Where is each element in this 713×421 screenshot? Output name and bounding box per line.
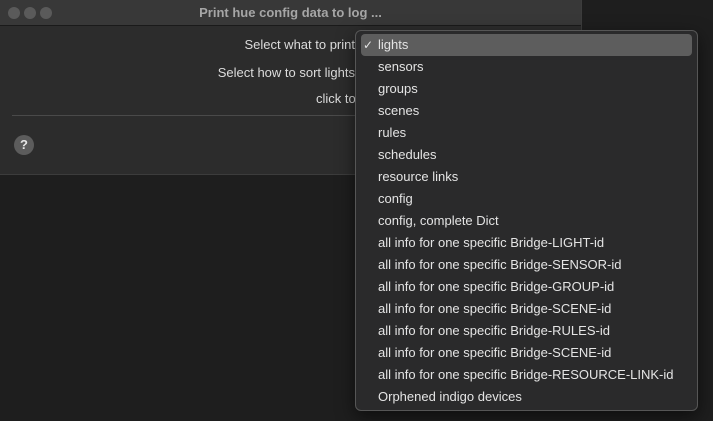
menu-item-label: Orphened indigo devices (378, 389, 522, 404)
menu-item[interactable]: rules (361, 122, 692, 144)
select-what-to-print-label: Select what to print (244, 37, 355, 52)
menu-item-label: all info for one specific Bridge-SCENE-i… (378, 301, 612, 316)
menu-item-label: sensors (378, 59, 424, 74)
menu-items-list: ✓ lights sensors groups scenes rules schedules… (356, 34, 697, 408)
menu-item-label: rules (378, 125, 407, 140)
menu-item-label: all info for one specific Bridge-RESOURC… (378, 367, 674, 382)
menu-item[interactable]: schedules (361, 144, 692, 166)
menu-item-label: all info for one specific Bridge-SENSOR-… (378, 257, 622, 272)
menu-item[interactable]: groups (361, 78, 692, 100)
menu-item[interactable]: all info for one specific Bridge-GROUP-i… (361, 276, 692, 298)
menu-item-label: config (378, 191, 413, 206)
menu-item[interactable]: Orphened indigo devices (361, 386, 692, 408)
menu-item[interactable]: resource links (361, 166, 692, 188)
checkmark-icon: ✓ (363, 38, 374, 52)
click-to-label: click to (316, 91, 356, 106)
menu-item[interactable]: all info for one specific Bridge-RULES-i… (361, 320, 692, 342)
menu-item-label: all info for one specific Bridge-RULES-i… (378, 323, 610, 338)
menu-item[interactable]: all info for one specific Bridge-RESOURC… (361, 364, 692, 386)
menu-item-label: groups (378, 81, 418, 96)
print-options-dropdown-menu[interactable]: ✓ lights sensors groups scenes rules schedules… (355, 30, 698, 411)
menu-item-label: all info for one specific Bridge-LIGHT-i… (378, 235, 605, 250)
menu-item[interactable]: all info for one specific Bridge-SENSOR-… (361, 254, 692, 276)
menu-item[interactable]: all info for one specific Bridge-LIGHT-i… (361, 232, 692, 254)
menu-item-label: config, complete Dict (378, 213, 499, 228)
sort-lights-label: Select how to sort lights (217, 65, 355, 80)
menu-item-label: schedules (378, 147, 437, 162)
menu-item-label: lights (378, 37, 409, 52)
menu-item[interactable]: config (361, 188, 692, 210)
menu-item[interactable]: all info for one specific Bridge-SCENE-i… (361, 298, 692, 320)
help-button[interactable]: ? (14, 135, 34, 155)
menu-item-label: scenes (378, 103, 420, 118)
menu-item-label: all info for one specific Bridge-GROUP-i… (378, 279, 615, 294)
menu-item-label: all info for one specific Bridge-SCENE-i… (378, 345, 612, 360)
menu-item-label: resource links (378, 169, 459, 184)
menu-item[interactable]: sensors (361, 56, 692, 78)
menu-item[interactable]: ✓ lights (361, 34, 692, 56)
window-titlebar: Print hue config data to log ... (0, 0, 581, 26)
window-title: Print hue config data to log ... (199, 5, 382, 20)
menu-item[interactable]: all info for one specific Bridge-SCENE-i… (361, 342, 692, 364)
question-mark-icon: ? (20, 137, 28, 152)
menu-item[interactable]: config, complete Dict (361, 210, 692, 232)
menu-item[interactable]: scenes (361, 100, 692, 122)
